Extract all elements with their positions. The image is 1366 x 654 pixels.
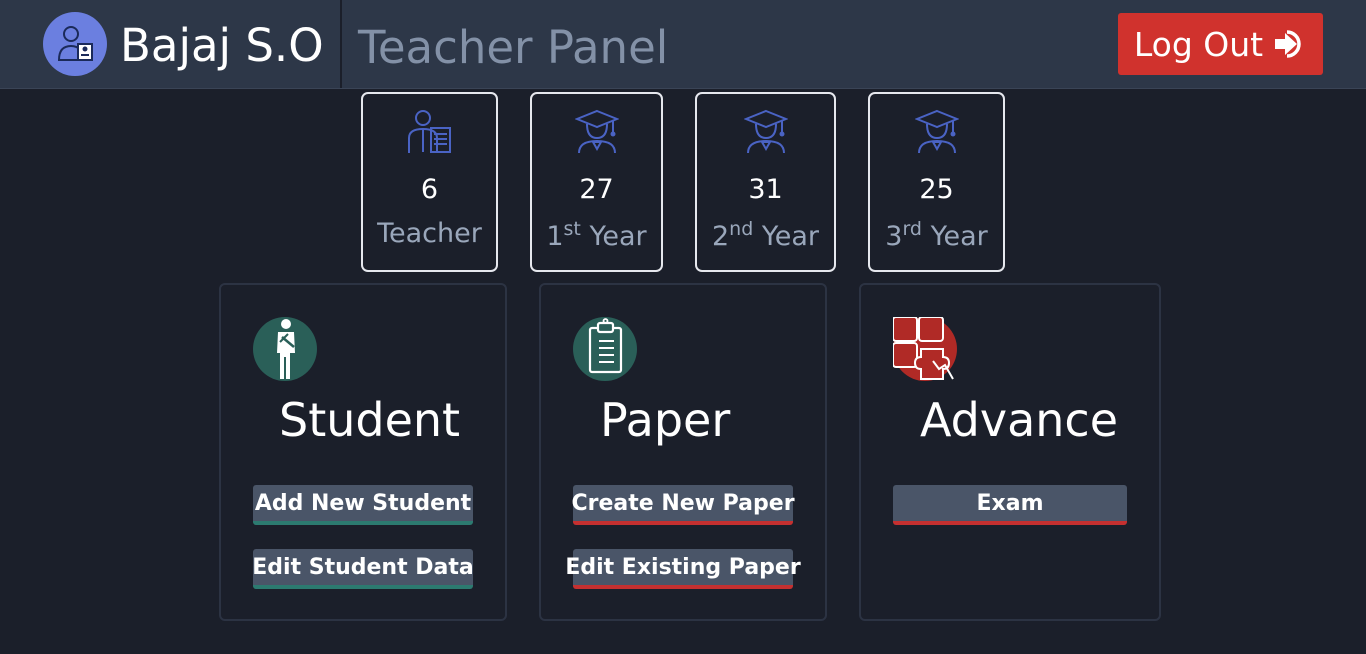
student-card: Student Add New Student Edit Student Dat… [219, 283, 507, 621]
stat-count: 31 [748, 174, 783, 205]
card-title: Student [279, 393, 461, 447]
stat-label-text: Year [921, 221, 988, 252]
stat-card-3rd-year: 25 3rd Year [868, 92, 1005, 272]
stat-label-suffix: rd [902, 218, 922, 240]
stat-label-number: 1 [546, 221, 564, 252]
teacher-avatar-icon-graphic [57, 26, 93, 61]
card-title: Paper [600, 393, 731, 447]
edit-student-data-button[interactable]: Edit Student Data [252, 549, 474, 589]
stat-label-number: 2 [711, 221, 730, 252]
stat-card-1st-year: 27 1st Year [530, 92, 663, 272]
logout-arrow-icon [1271, 28, 1307, 60]
paper-card: Paper Create New Paper Edit Existing Pap… [539, 283, 827, 621]
stat-count: 25 [919, 174, 954, 205]
stat-label-text: Year [580, 221, 647, 252]
page-title: Teacher Panel [358, 21, 669, 74]
stat-label-suffix: nd [729, 218, 754, 240]
stat-label: Teacher [377, 218, 482, 249]
edit-existing-paper-button[interactable]: Edit Existing Paper [565, 549, 801, 589]
brand-name: Bajaj S.O [120, 19, 324, 72]
logout-label: Log Out [1133, 24, 1264, 64]
stat-label: 1st Year [532, 218, 661, 252]
stat-count: 27 [579, 174, 614, 205]
stat-label-suffix: st [563, 218, 581, 240]
student-icon [253, 317, 317, 381]
brand[interactable]: Bajaj S.O [0, 0, 342, 88]
graduate-icon [742, 108, 789, 158]
stat-label-number: 3 [885, 221, 903, 252]
teacher-avatar-icon [43, 12, 107, 76]
puzzle-icon [892, 316, 957, 381]
card-title: Advance [920, 393, 1119, 447]
stat-label-text: Year [753, 221, 820, 252]
clipboard-icon [573, 317, 637, 381]
graduate-icon [913, 108, 960, 158]
stat-count: 6 [420, 174, 439, 205]
teacher-icon [406, 108, 454, 160]
graduate-icon [573, 108, 620, 158]
add-new-student-button[interactable]: Add New Student [253, 485, 473, 525]
exam-button[interactable]: Exam [893, 485, 1127, 525]
stat-card-2nd-year: 31 2nd Year [695, 92, 836, 272]
advance-card: Advance Exam [859, 283, 1161, 621]
stat-label: 2nd Year [697, 218, 834, 252]
top-navbar: Bajaj S.O Teacher Panel Log Out [0, 0, 1366, 89]
stat-card-teacher: 6 Teacher [361, 92, 498, 272]
stat-label: 3rd Year [870, 218, 1003, 252]
create-new-paper-button[interactable]: Create New Paper [571, 485, 795, 525]
logout-button[interactable]: Log Out [1118, 13, 1323, 75]
